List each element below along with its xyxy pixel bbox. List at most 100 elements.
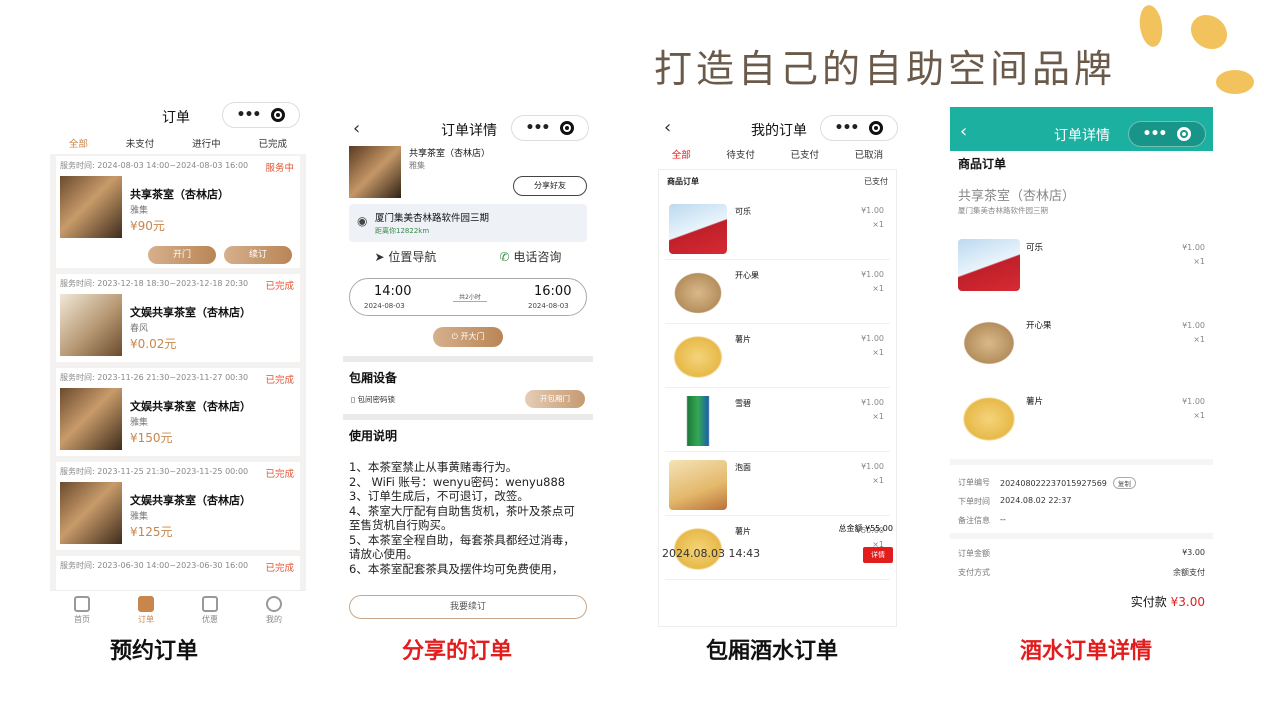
bottom-tabbar: 首页 订单 优惠 我的 [50,590,306,630]
tab-all[interactable]: 全部 [672,147,691,161]
mini-program-capsule[interactable]: ••• [820,115,898,141]
page-title: 订单详情 [441,123,497,139]
mini-program-capsule[interactable]: ••• [222,102,300,128]
product-image [958,393,1020,445]
room-photo [60,388,122,450]
renew-button[interactable]: 我要续订 [349,595,587,619]
row-label: 下单时间 [958,497,990,506]
product-name: 薯片 [735,335,751,344]
address-card[interactable]: ◉ 厦门集美杏林路软件园三期 距离你12822km [349,204,587,242]
device-section-title: 包厢设备 [349,371,398,385]
product-name: 薯片 [1026,397,1044,407]
duration: 共2小时 [453,292,487,302]
more-icon[interactable]: ••• [526,120,551,136]
tabbar-label: 我的 [266,615,282,624]
close-icon[interactable] [271,108,286,122]
close-icon[interactable] [869,121,884,135]
product-price: ¥1.00 [861,334,884,343]
product-qty: ×1 [872,220,884,229]
tab-all[interactable]: 全部 [68,136,88,156]
rule-item: 4、茶室大厅配有自助售货机，茶叶及茶点可至售货机自行购买。 [349,503,575,533]
list-item: 开心果 ¥1.00 ×1 [958,317,1205,377]
order-tabs: 全部 未支付 进行中 已完成 [50,136,306,156]
navigation-icon: ➤ [374,250,389,264]
room-name: 雅集 [409,161,425,170]
open-door-button[interactable]: 开门 [148,246,216,264]
open-room-door-button[interactable]: 开包厢门 [525,390,585,408]
order-number-row: 订单编号 2024080222370159275​69 复制 [958,477,1205,489]
store-photo [349,146,401,198]
status-badge: 服务中 [265,163,294,174]
mini-program-capsule[interactable]: ••• [1128,121,1206,147]
tab-unpaid[interactable]: 未支付 [126,136,155,156]
share-friend-button[interactable]: 分享好友 [513,176,587,196]
order-icon [138,596,154,612]
renew-button[interactable]: 续订 [224,246,292,264]
paid-value: ¥3.00 [1170,595,1205,609]
tabbar-orders[interactable]: 订单 [138,596,154,625]
start-date: 2024-08-03 [364,302,405,310]
payment-method: 余额支付 [1173,568,1205,577]
tabbar-home[interactable]: 首页 [74,596,90,625]
detail-button[interactable]: 详情 [863,547,893,563]
back-icon[interactable]: ‹ [353,118,360,139]
note-row: 备注信息 -- [958,515,1205,526]
list-item: 薯片 ¥1.00 ×1 [958,393,1205,453]
section-divider [343,414,593,420]
tab-pending-payment[interactable]: 待支付 [726,147,755,161]
product-price: ¥1.00 [861,206,884,215]
page-title: 我的订单 [751,123,807,139]
product-qty: ×1 [872,284,884,293]
phone-button[interactable]: ✆ 电话咨询 [500,248,562,265]
tab-cancelled[interactable]: 已取消 [855,147,884,161]
order-list: 服务时间: 2024-08-03 14:00~2024-08-03 16:00 … [50,154,306,596]
tab-paid[interactable]: 已支付 [791,147,820,161]
store-name: 文娱共享茶室（杏林店） [130,494,251,507]
order-card[interactable]: 服务时间: 2023-12-18 18:30~2023-12-18 20:30 … [56,274,300,362]
rule-item: 2、 WiFi 账号：wenyu密码：wenyu888 [349,474,566,489]
page-title: 订单 [162,110,190,126]
phone-room-drinks-order: ‹ 我的订单 ••• 全部 待支付 已支付 已取消 商品订单 已支付 可乐 ¥1… [654,107,901,627]
order-card[interactable]: 服务时间: 2024-08-03 14:00~2024-08-03 16:00 … [56,156,300,268]
more-icon[interactable]: ••• [237,107,262,123]
decor-blob [1137,3,1165,49]
navigation-label: 位置导航 [388,250,437,264]
page-title: 订单详情 [1054,128,1110,144]
navigation-button[interactable]: ➤ 位置导航 [375,248,437,265]
copy-button[interactable]: 复制 [1112,477,1136,489]
product-image [669,332,727,382]
nav-bar: ‹ 订单详情 ••• [950,107,1213,151]
booking-time-range: 14:00 2024-08-03 共2小时 16:00 2024-08-03 [349,278,587,316]
room-photo [60,482,122,544]
product-image [958,239,1020,291]
tab-in-progress[interactable]: 进行中 [192,136,221,156]
tabbar-coupons[interactable]: 优惠 [202,596,218,625]
order-time: 2024.08.02 22:37 [1000,496,1072,505]
mini-program-capsule[interactable]: ••• [511,115,589,141]
product-image [669,460,727,510]
product-name: 开心果 [1026,321,1052,331]
order-card[interactable]: 服务时间: 2023-11-25 21:30~2023-11-25 00:00 … [56,462,300,550]
tab-completed[interactable]: 已完成 [259,136,288,156]
order-price: ¥0.02元 [130,337,177,351]
order-card[interactable]: 服务时间: 2023-11-26 21:30~2023-11-27 00:30 … [56,368,300,456]
list-item: 可乐 ¥1.00 ×1 [665,200,890,260]
tabbar-profile[interactable]: 我的 [266,596,282,625]
phone-drinks-order-detail: ‹ 订单详情 ••• 商品订单 共享茶室（杏林店） 厦门集美杏林路软件园三期 可… [950,107,1213,627]
service-time: 服务时间: 2023-06-30 14:00~2023-06-30 16:00 [60,561,249,570]
lock-label: ▯ 包间密码锁 [351,394,395,405]
slogan-heading: 打造自己的自助空间品牌 [654,47,1117,91]
order-number: 2024080222370159275​69 [1000,479,1107,488]
product-image [669,204,727,254]
more-icon[interactable]: ••• [1143,126,1168,142]
close-icon[interactable] [560,121,575,135]
service-time: 服务时间: 2023-12-18 18:30~2023-12-18 20:30 [60,279,249,288]
open-main-door-button[interactable]: ⏻ 开大门 [433,327,503,347]
end-time: 16:00 [534,284,572,299]
more-icon[interactable]: ••• [835,120,860,136]
back-icon[interactable]: ‹ [960,121,967,142]
back-icon[interactable]: ‹ [664,117,671,138]
section-title: 商品订单 [958,157,1007,171]
product-name: 可乐 [1026,243,1044,253]
close-icon[interactable] [1177,127,1192,141]
